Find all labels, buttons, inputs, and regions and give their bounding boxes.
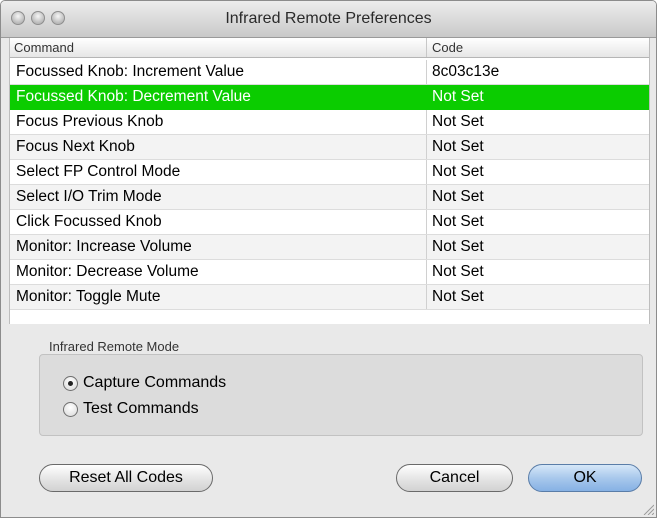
code-cell: Not Set: [432, 288, 484, 305]
table-row[interactable]: Click Focussed Knob Not Set: [10, 210, 649, 235]
command-cell: Click Focussed Knob: [16, 213, 162, 230]
preferences-window: Infrared Remote Preferences Command Code…: [0, 0, 657, 518]
table-row[interactable]: Focussed Knob: Decrement Value Not Set: [10, 85, 649, 110]
capture-commands-label: Capture Commands: [83, 374, 227, 391]
column-header-command[interactable]: Command: [14, 40, 74, 55]
column-header-code[interactable]: Code: [432, 40, 463, 55]
command-cell: Focus Previous Knob: [16, 113, 164, 130]
resize-grip-icon[interactable]: [642, 503, 654, 515]
cell-divider: [426, 60, 427, 84]
cancel-button[interactable]: Cancel: [396, 464, 513, 492]
command-cell: Monitor: Toggle Mute: [16, 288, 161, 305]
command-cell: Focus Next Knob: [16, 138, 135, 155]
code-cell: Not Set: [432, 113, 484, 130]
cell-divider: [426, 110, 427, 134]
reset-all-codes-button[interactable]: Reset All Codes: [39, 464, 213, 492]
code-cell: Not Set: [432, 163, 484, 180]
command-cell: Select I/O Trim Mode: [16, 188, 162, 205]
table-row[interactable]: Monitor: Increase Volume Not Set: [10, 235, 649, 260]
test-commands-label: Test Commands: [83, 400, 199, 417]
code-cell: 8c03c13e: [432, 63, 500, 80]
radio-selected-icon[interactable]: [63, 375, 78, 391]
commands-table: Command Code Focussed Knob: Increment Va…: [9, 38, 650, 324]
command-cell: Monitor: Increase Volume: [16, 238, 192, 255]
table-row[interactable]: Focussed Knob: Increment Value 8c03c13e: [10, 60, 649, 85]
table-row[interactable]: Monitor: Decrease Volume Not Set: [10, 260, 649, 285]
table-row[interactable]: Select FP Control Mode Not Set: [10, 160, 649, 185]
cell-divider: [426, 260, 427, 284]
title-bar[interactable]: Infrared Remote Preferences: [1, 1, 656, 38]
command-cell: Monitor: Decrease Volume: [16, 263, 199, 280]
code-cell: Not Set: [432, 138, 484, 155]
code-cell: Not Set: [432, 238, 484, 255]
code-cell: Not Set: [432, 263, 484, 280]
ok-button[interactable]: OK: [528, 464, 642, 492]
command-cell: Focussed Knob: Decrement Value: [16, 88, 251, 105]
command-cell: Select FP Control Mode: [16, 163, 181, 180]
table-header: Command Code: [10, 38, 649, 58]
code-cell: Not Set: [432, 88, 484, 105]
mode-group-label: Infrared Remote Mode: [49, 339, 180, 354]
table-row[interactable]: Focus Previous Knob Not Set: [10, 110, 649, 135]
column-divider[interactable]: [426, 38, 427, 57]
cell-divider: [426, 85, 427, 109]
code-cell: Not Set: [432, 188, 484, 205]
cell-divider: [426, 135, 427, 159]
test-commands-radio[interactable]: Test Commands: [63, 399, 199, 419]
table-row[interactable]: Select I/O Trim Mode Not Set: [10, 185, 649, 210]
command-cell: Focussed Knob: Increment Value: [16, 63, 245, 80]
table-row[interactable]: Focus Next Knob Not Set: [10, 135, 649, 160]
radio-unselected-icon[interactable]: [63, 401, 78, 417]
cell-divider: [426, 210, 427, 234]
cell-divider: [426, 160, 427, 184]
cell-divider: [426, 285, 427, 309]
mode-group-box: [39, 354, 643, 436]
cell-divider: [426, 185, 427, 209]
cell-divider: [426, 235, 427, 259]
capture-commands-radio[interactable]: Capture Commands: [63, 373, 226, 393]
window-title: Infrared Remote Preferences: [225, 10, 432, 27]
code-cell: Not Set: [432, 213, 484, 230]
table-row[interactable]: Monitor: Toggle Mute Not Set: [10, 285, 649, 310]
